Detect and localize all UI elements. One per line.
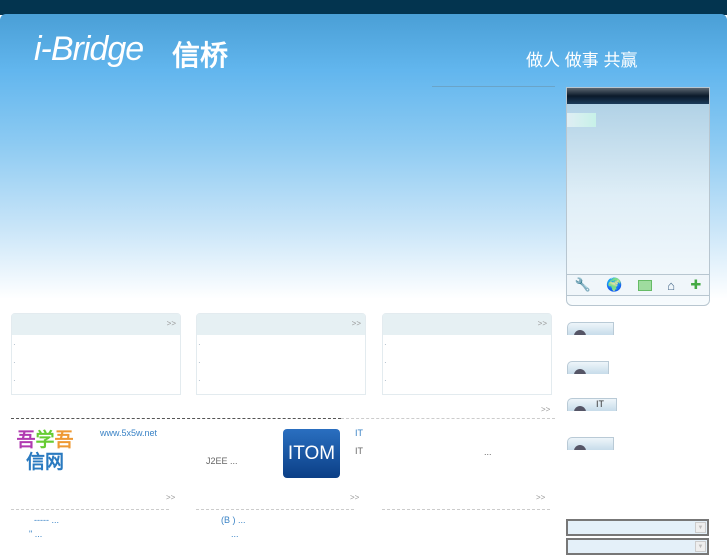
select-2[interactable]: ▼ <box>566 538 709 555</box>
divider <box>11 509 169 510</box>
divider <box>11 418 341 419</box>
more-link[interactable]: >> <box>166 493 175 502</box>
side-panel: 🔧 🌍 ⌂ ✚ <box>566 87 710 306</box>
select-1[interactable]: ▼ <box>566 519 709 536</box>
panel-toolbar: 🔧 🌍 ⌂ ✚ <box>567 274 709 296</box>
divider <box>341 418 555 419</box>
chevron-down-icon: ▼ <box>695 541 706 552</box>
panel-header <box>567 88 709 104</box>
right-tab-3[interactable]: IT <box>567 398 617 411</box>
more-link[interactable]: >> <box>350 493 359 502</box>
wrench-icon[interactable]: 🔧 <box>575 277 591 293</box>
more-link[interactable]: >> <box>352 319 361 328</box>
itom-logo[interactable]: ITOM <box>283 429 340 478</box>
news-box-2: >> · · · <box>196 313 366 395</box>
divider <box>432 86 555 87</box>
panel-tab[interactable] <box>567 113 596 127</box>
more-link[interactable]: >> <box>538 319 547 328</box>
card-icon[interactable] <box>637 279 652 291</box>
puzzle-icon[interactable]: ✚ <box>690 277 701 293</box>
more-link[interactable]: >> <box>536 493 545 502</box>
it-text: IT <box>355 446 363 456</box>
it-link[interactable]: IT <box>355 428 363 438</box>
list-item[interactable]: ----- ... <box>34 515 59 525</box>
site-link[interactable]: www.5x5w.net <box>100 428 157 438</box>
5x5w-logo[interactable]: 吾学吾 信网 <box>15 430 75 476</box>
ellipsis: ... <box>484 447 492 457</box>
news-box-1: >> · · · <box>11 313 181 395</box>
chevron-down-icon: ▼ <box>695 522 706 533</box>
home-icon[interactable]: ⌂ <box>667 278 675 293</box>
news-box-3: >> · · · <box>382 313 552 395</box>
right-tab-2[interactable] <box>567 361 609 374</box>
globe-icon[interactable]: 🌍 <box>606 277 622 293</box>
slogan: 做人 做事 共赢 <box>526 51 638 70</box>
divider <box>382 509 550 510</box>
list-item[interactable]: (B ) ... <box>221 515 246 525</box>
more-link[interactable]: >> <box>541 405 550 414</box>
list-item[interactable]: ... <box>231 529 239 539</box>
list-item[interactable]: " ... <box>29 529 42 539</box>
site-logo[interactable]: i-Bridge <box>34 30 144 69</box>
right-tab-1[interactable] <box>567 322 614 335</box>
site-logo-cn: 信桥 <box>172 40 229 71</box>
divider <box>196 509 354 510</box>
more-link[interactable]: >> <box>167 319 176 328</box>
right-tab-4[interactable] <box>567 437 614 450</box>
top-bar <box>0 0 727 15</box>
j2ee-text[interactable]: J2EE ... <box>206 456 238 466</box>
